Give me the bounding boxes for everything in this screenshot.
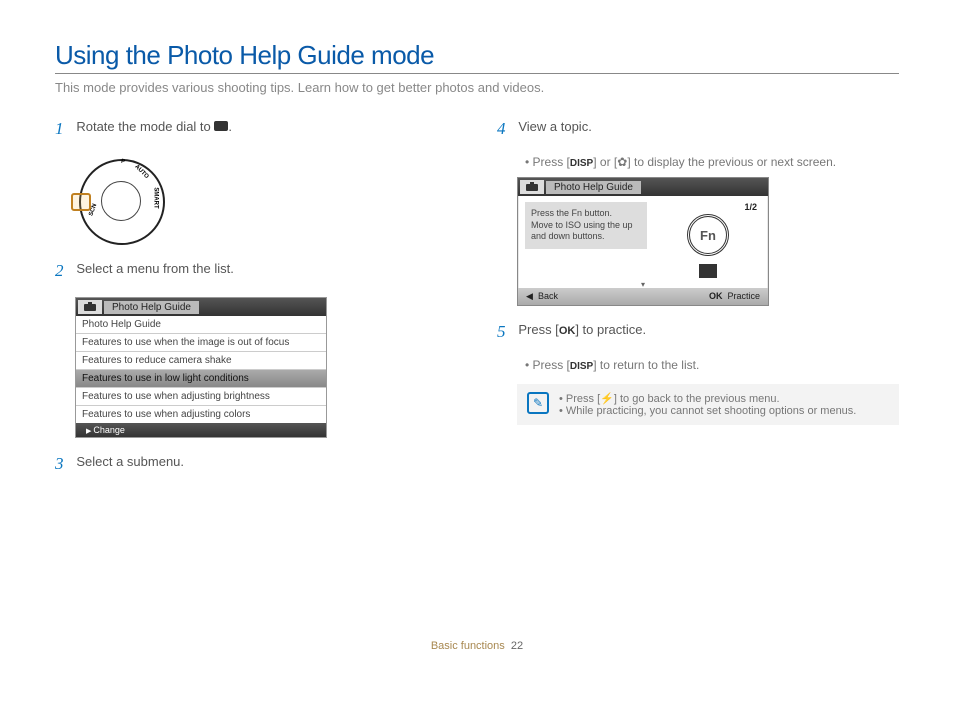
- dial-selection-highlight: [71, 193, 91, 211]
- mode-dial-guide-icon: [214, 121, 228, 131]
- step-3: 3 Select a submenu.: [55, 454, 457, 474]
- step-number: 2: [55, 261, 73, 281]
- note-box: ✎ Press [] to go back to the previous me…: [517, 384, 899, 425]
- step-1-text: Rotate the mode dial to: [76, 119, 214, 134]
- menu-title: Photo Help Guide: [104, 301, 199, 314]
- screen-instruction-text: Press the Fn button.Move to ISO using th…: [525, 202, 647, 249]
- step-4: 4 View a topic.: [497, 119, 899, 139]
- menu-footer: Change: [76, 423, 326, 437]
- step-number: 4: [497, 119, 515, 139]
- disp-button-label: DISP: [570, 361, 593, 372]
- dial-label-smart: SMART: [153, 187, 159, 208]
- ok-button-label: OK: [559, 325, 576, 337]
- step-1: 1 Rotate the mode dial to .: [55, 119, 457, 139]
- step-5-post: ] to practice.: [575, 322, 646, 337]
- menu-item: Features to use when the image is out of…: [76, 334, 326, 352]
- guide-mode-icon: [78, 300, 102, 314]
- mode-dial-illustration: P AUTO SMART SCN: [75, 155, 457, 245]
- step-5: 5 Press [OK] to practice.: [497, 322, 899, 342]
- page-footer: Basic functions 22: [55, 640, 899, 652]
- step-2-text: Select a menu from the list.: [76, 261, 234, 276]
- menu-item: Features to use when adjusting brightnes…: [76, 388, 326, 406]
- macro-icon: [617, 155, 627, 169]
- page-indicator: 1/2: [744, 202, 757, 212]
- footer-section: Basic functions: [431, 640, 505, 652]
- iso-icon: [699, 264, 717, 278]
- step-2: 2 Select a menu from the list.: [55, 261, 457, 281]
- footer-page: 22: [511, 640, 523, 652]
- bullet-text: Press [: [533, 358, 570, 372]
- step-number: 5: [497, 322, 515, 342]
- step-3-text: Select a submenu.: [76, 454, 184, 469]
- bullet-text: ] to display the previous or next screen…: [627, 155, 836, 169]
- fn-button-icon: Fn: [687, 214, 729, 256]
- menu-screenshot: Photo Help Guide Photo Help GuideFeature…: [75, 297, 327, 438]
- menu-item: Features to use in low light conditions: [76, 370, 326, 388]
- note-icon: ✎: [527, 392, 549, 414]
- topic-screenshot: Photo Help Guide Press the Fn button.Mov…: [517, 177, 769, 306]
- flash-icon: [600, 393, 614, 405]
- step-number: 1: [55, 119, 73, 139]
- note-line-2: While practicing, you cannot set shootin…: [559, 405, 856, 417]
- note-line-1: Press [] to go back to the previous menu…: [559, 392, 856, 405]
- menu-item: Photo Help Guide: [76, 316, 326, 334]
- back-label: ◀ Back: [526, 291, 558, 302]
- step-5-bullet: • Press [DISP] to return to the list.: [525, 358, 899, 372]
- disp-button-label: DISP: [570, 158, 593, 169]
- intro-text: This mode provides various shooting tips…: [55, 80, 899, 95]
- menu-item: Features to use when adjusting colors: [76, 406, 326, 423]
- step-5-pre: Press [: [518, 322, 558, 337]
- screen-title: Photo Help Guide: [546, 181, 641, 194]
- step-4-bullet: • Press [DISP] or [] to display the prev…: [525, 155, 899, 169]
- bullet-text: Press [: [533, 155, 570, 169]
- step-1-tail: .: [228, 119, 232, 134]
- step-number: 3: [55, 454, 73, 474]
- menu-item: Features to reduce camera shake: [76, 352, 326, 370]
- practice-label: OK Practice: [709, 291, 760, 302]
- page-title: Using the Photo Help Guide mode: [55, 40, 899, 74]
- step-4-text: View a topic.: [518, 119, 591, 134]
- left-column: 1 Rotate the mode dial to . P AUTO SMART…: [55, 119, 457, 490]
- bullet-text: ] or [: [593, 155, 617, 169]
- guide-mode-icon: [520, 180, 544, 194]
- bullet-text: ] to return to the list.: [593, 358, 699, 372]
- right-column: 4 View a topic. • Press [DISP] or [] to …: [497, 119, 899, 490]
